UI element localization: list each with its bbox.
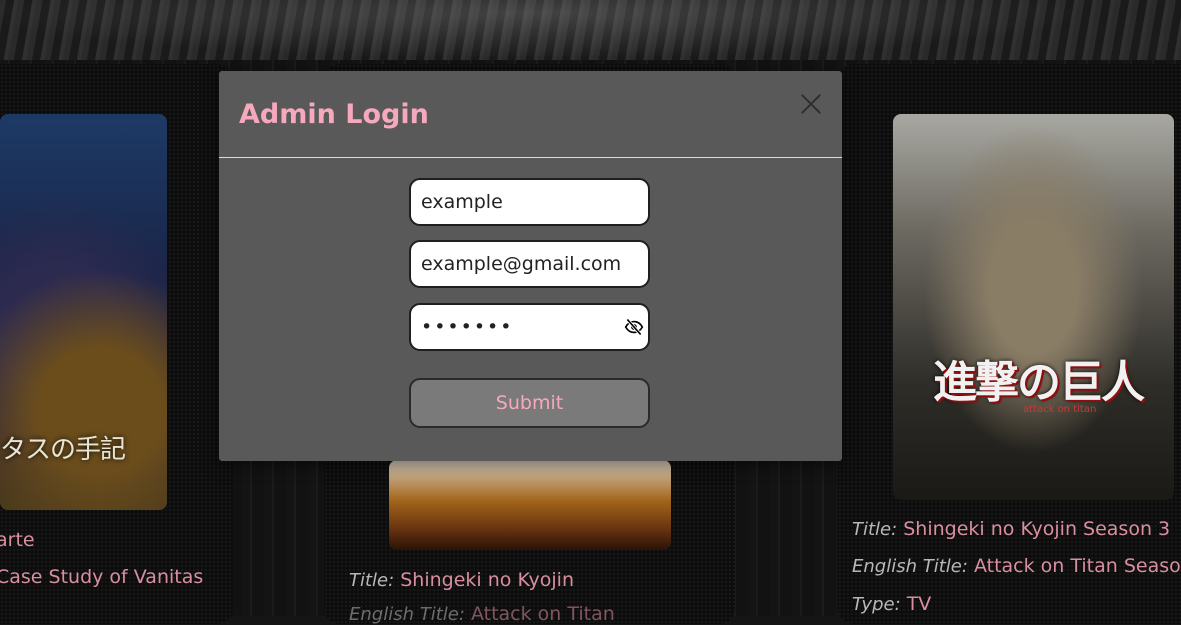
admin-login-modal: Admin Login Submit [219, 71, 842, 461]
english-title-value: Attack on Titan Season 3 [973, 555, 1181, 577]
title-label: Title: [852, 519, 898, 540]
close-icon[interactable] [796, 89, 826, 119]
eye-slash-icon[interactable] [624, 317, 644, 337]
left-card-line2-value: Case Study of Vanitas [0, 566, 204, 588]
type-label: Type: [852, 594, 901, 615]
password-input[interactable] [409, 303, 650, 351]
english-title-label: English Title: [852, 556, 968, 577]
poster-title-text: タスの手記 [0, 435, 126, 465]
poster-logo-text: 進撃の巨人 [933, 357, 1145, 408]
submit-button[interactable]: Submit [409, 378, 650, 428]
english-title-value: Attack on Titan [470, 603, 615, 625]
middle-card-english-title: English Title: Attack on Titan [349, 603, 615, 625]
title-value: Shingeki no Kyojin Season 3 [903, 518, 1171, 540]
right-card-type: Type: TV [852, 593, 931, 615]
title-value: Shingeki no Kyojin [400, 569, 574, 591]
right-card-english-title: English Title: Attack on Titan Season 3 [852, 555, 1181, 577]
title-label: Title: [349, 570, 395, 591]
left-card-line2: Case Study of Vanitas [0, 566, 203, 588]
password-field [409, 303, 650, 351]
header-banner [0, 0, 1181, 66]
type-value: TV [906, 593, 932, 615]
modal-title: Admin Login [239, 99, 429, 130]
poster-image-aot[interactable] [389, 460, 671, 550]
poster-image-aot-s3[interactable]: 進撃の巨人 attack on titan [893, 114, 1174, 500]
left-card-line1-value: arte [0, 529, 35, 551]
poster-subtitle-text: attack on titan [1023, 404, 1097, 415]
poster-image-vanitas[interactable]: タスの手記 [0, 114, 167, 510]
email-input[interactable] [409, 240, 650, 288]
modal-divider [219, 157, 842, 158]
right-card-title: Title: Shingeki no Kyojin Season 3 [852, 518, 1170, 540]
english-title-label: English Title: [349, 604, 465, 625]
middle-card-title: Title: Shingeki no Kyojin [349, 569, 574, 591]
username-input[interactable] [409, 178, 650, 226]
left-card-line1: arte [0, 529, 35, 551]
